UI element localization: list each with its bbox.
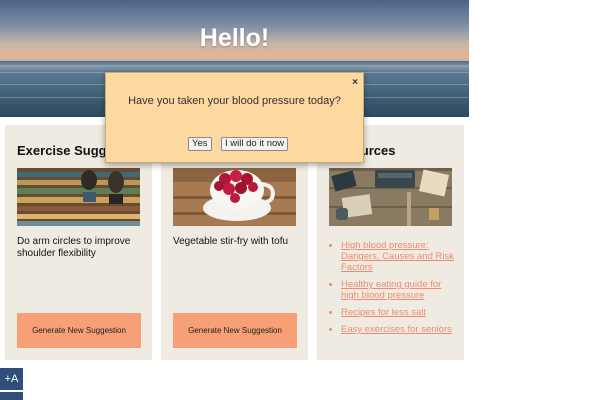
decrease-font-button[interactable] [0, 392, 23, 400]
increase-font-button[interactable]: +A [0, 368, 23, 390]
blood-pressure-dialog: × Have you taken your blood pressure tod… [105, 72, 364, 163]
yes-button[interactable]: Yes [188, 137, 212, 151]
list-item: Easy exercises for seniors [341, 324, 461, 335]
resource-link-dangers[interactable]: High blood pressure: Dangers, Causes and… [341, 240, 454, 273]
list-item: High blood pressure: Dangers, Causes and… [341, 240, 461, 273]
recipe-suggestion-text: Vegetable stir-fry with tofu [173, 236, 289, 247]
dialog-question: Have you taken your blood pressure today… [128, 95, 341, 107]
generate-exercise-button[interactable]: Generate New Suggestion [17, 313, 141, 348]
list-item: Recipes for less salt [341, 307, 461, 318]
resources-link-list: High blood pressure: Dangers, Causes and… [329, 240, 461, 341]
close-icon[interactable]: × [352, 78, 358, 88]
exercise-suggestion-text: Do arm circles to improve shoulder flexi… [17, 236, 131, 259]
list-item: Healthy eating guide for high blood pres… [341, 279, 461, 301]
exercise-image [17, 168, 140, 226]
recipe-image [173, 168, 296, 226]
horizon-line [0, 61, 469, 65]
resource-link-exercises[interactable]: Easy exercises for seniors [341, 324, 452, 335]
resource-link-recipes[interactable]: Recipes for less salt [341, 307, 426, 318]
resource-link-eating-guide[interactable]: Healthy eating guide for high blood pres… [341, 279, 441, 301]
resources-image [329, 168, 452, 226]
hero-title: Hello! [199, 24, 270, 52]
generate-recipe-button[interactable]: Generate New Suggestion [173, 313, 297, 348]
do-it-now-button[interactable]: I will do it now [221, 137, 289, 151]
